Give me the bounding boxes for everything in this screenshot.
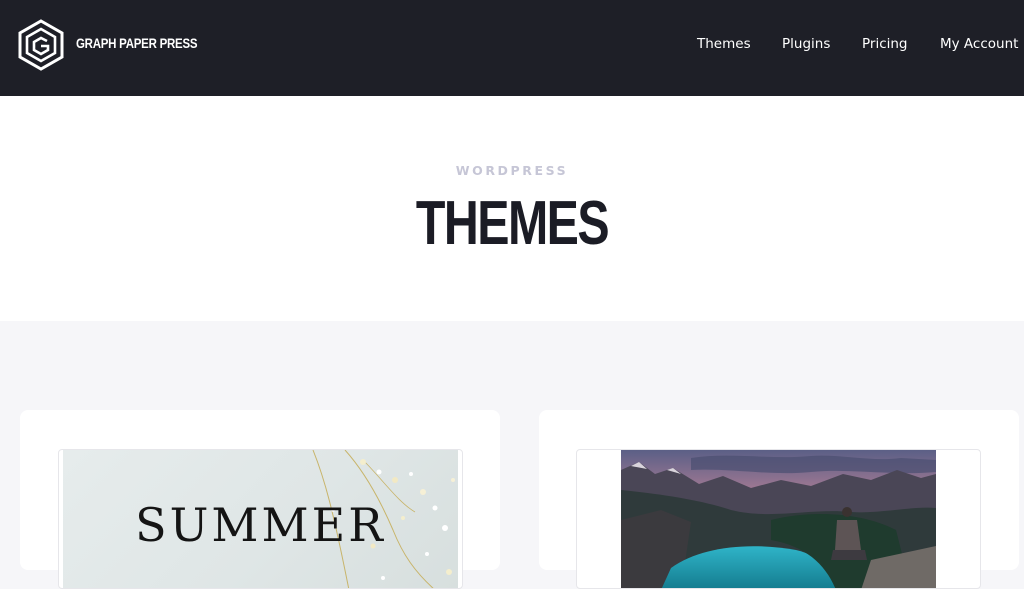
hero-section: WORDPRESS THEMES: [0, 96, 1024, 321]
logo-text[interactable]: GRAPH PAPER PRESS: [76, 35, 198, 51]
hero-eyebrow: WORDPRESS: [455, 163, 569, 178]
site-header: GRAPH PAPER PRESS Themes Plugins Pricing…: [0, 0, 1024, 96]
page-title: THEMES: [415, 189, 610, 258]
nav-themes[interactable]: Themes: [697, 36, 751, 52]
theme-thumbnail-frame[interactable]: SUMMER: [58, 449, 463, 589]
logo-icon[interactable]: [18, 19, 64, 71]
nav-my-account[interactable]: My Account: [940, 36, 1018, 52]
theme-card-summer[interactable]: SUMMER: [20, 410, 500, 589]
summer-theme-title: SUMMER: [135, 498, 386, 552]
nav-plugins[interactable]: Plugins: [782, 36, 830, 52]
mountain-lake-image: [621, 450, 936, 588]
theme-card-lake[interactable]: [539, 410, 1019, 589]
summer-theme-thumbnail[interactable]: SUMMER: [63, 450, 458, 588]
theme-thumbnail-frame[interactable]: [576, 449, 981, 589]
lake-theme-thumbnail[interactable]: [621, 450, 936, 588]
nav-pricing[interactable]: Pricing: [862, 36, 908, 52]
